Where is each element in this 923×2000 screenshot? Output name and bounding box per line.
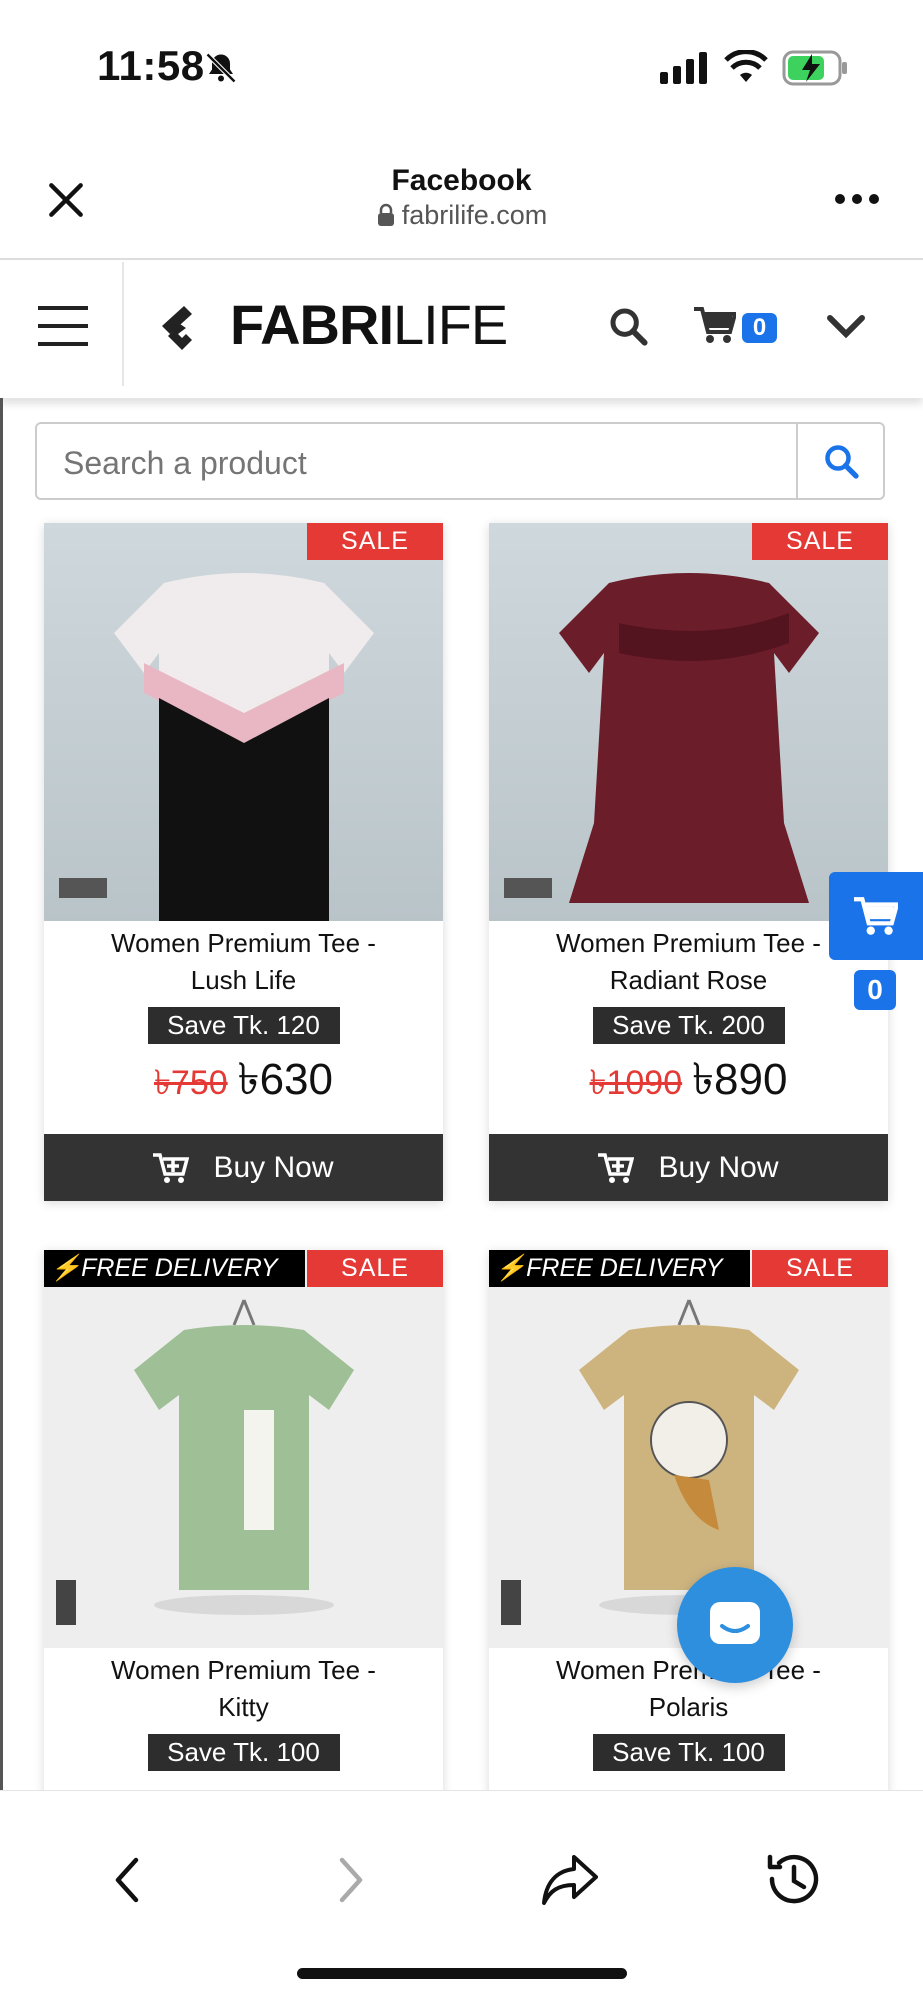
product-name-line2: Polaris (648, 1692, 729, 1722)
product-name-line1: Women Premium Tee - (111, 928, 376, 958)
product-listing: SALE Women Premium Tee - Lush Life Save T… (0, 398, 923, 1790)
search-button[interactable] (796, 424, 883, 498)
buy-now-button[interactable]: Buy Now (44, 1134, 443, 1201)
brand-bold: FABRI (230, 293, 394, 356)
product-image[interactable]: SALE (489, 523, 888, 921)
browser-url[interactable]: fabrilife.com (0, 200, 923, 231)
share-icon[interactable] (540, 1853, 600, 1907)
free-delivery-badge: ⚡FREE DELIVERY (44, 1250, 305, 1287)
sale-badge: SALE (307, 523, 443, 560)
floating-cart-button[interactable] (829, 872, 923, 960)
product-image[interactable]: ⚡FREE DELIVERY SALE (44, 1250, 443, 1648)
product-name-line1: Women Premium Tee - (556, 928, 821, 958)
product-name-line1: Women Premium Tee - (111, 1655, 376, 1685)
product-price: ৳750 ৳630 (44, 1046, 443, 1119)
cart-plus-icon (598, 1152, 635, 1183)
search-icon (824, 445, 859, 479)
scroll-edge (0, 398, 3, 1790)
floating-cart-count: 0 (854, 970, 896, 1010)
cart-plus-icon (153, 1152, 190, 1183)
tee-photo (504, 573, 819, 903)
browser-title: Facebook (391, 164, 532, 197)
product-search (35, 422, 885, 500)
old-price: ৳1090 (589, 1064, 683, 1102)
product-name: Women Premium Tee - Kitty (44, 1652, 443, 1726)
menu-icon[interactable] (38, 306, 88, 346)
product-card[interactable]: SALE Women Premium Tee - Radiant Rose Sav… (489, 523, 888, 1201)
header-divider (122, 262, 124, 386)
free-delivery-label: FREE DELIVERY (526, 1254, 723, 1282)
home-indicator (297, 1968, 627, 1979)
old-price: ৳750 (154, 1064, 228, 1102)
current-price: ৳890 (692, 1055, 788, 1104)
save-badge: Save Tk. 100 (592, 1734, 785, 1771)
buy-now-button[interactable]: Buy Now (489, 1134, 888, 1201)
sale-badge: SALE (752, 523, 888, 560)
product-name-line2: Kitty (218, 1692, 269, 1722)
current-price: ৳630 (237, 1055, 333, 1104)
product-price: ৳1090 ৳890 (489, 1046, 888, 1119)
product-card[interactable]: ⚡FREE DELIVERY SALE Women Premium Tee - K… (44, 1250, 443, 1790)
tee-photo (59, 573, 374, 921)
more-icon[interactable] (834, 192, 880, 206)
product-name: Women Premium Tee - Lush Life (44, 925, 443, 999)
product-name-line2: Lush Life (190, 965, 297, 995)
sale-badge: SALE (752, 1250, 888, 1287)
url-text: fabrilife.com (401, 200, 548, 230)
browser-header: Facebook fabrilife.com (0, 150, 923, 260)
buy-now-label: Buy Now (658, 1150, 779, 1184)
tee-photo (56, 1299, 354, 1625)
free-delivery-label: FREE DELIVERY (81, 1254, 278, 1282)
product-name: Women Premium Tee - Polaris (489, 1652, 888, 1726)
battery-icon (782, 50, 847, 86)
lock-icon (377, 203, 394, 226)
status-time: 11:58 (97, 42, 205, 89)
product-name-line2: Radiant Rose (609, 965, 768, 995)
free-delivery-badge: ⚡FREE DELIVERY (489, 1250, 750, 1287)
brand-logo[interactable]: FABRILIFE (230, 292, 508, 357)
search-input[interactable] (61, 444, 805, 483)
product-card[interactable]: SALE Women Premium Tee - Lush Life Save T… (44, 523, 443, 1201)
chat-icon (710, 1602, 760, 1644)
cart-icon (854, 897, 898, 935)
search-icon[interactable] (608, 306, 648, 346)
cart-icon[interactable] (694, 306, 736, 344)
fabrilife-logo-icon[interactable] (158, 304, 202, 352)
save-badge: Save Tk. 120 (147, 1007, 340, 1044)
save-badge: Save Tk. 100 (147, 1734, 340, 1771)
sale-badge: SALE (307, 1250, 443, 1287)
history-icon[interactable] (762, 1851, 822, 1909)
buy-now-label: Buy Now (213, 1150, 334, 1184)
product-card[interactable]: ⚡FREE DELIVERY SALE Women Premium Tee -P… (489, 1250, 888, 1790)
product-image[interactable]: SALE (44, 523, 443, 921)
cart-count-badge: 0 (742, 313, 777, 343)
wifi-icon (724, 50, 768, 82)
mute-bell-icon (205, 52, 237, 84)
brand-light: LIFE (393, 293, 508, 356)
chevron-down-icon[interactable] (826, 314, 866, 340)
forward-icon[interactable] (336, 1856, 366, 1904)
chat-button[interactable] (677, 1567, 793, 1683)
back-icon[interactable] (112, 1856, 142, 1904)
save-badge: Save Tk. 200 (592, 1007, 785, 1044)
signal-icon (660, 52, 707, 84)
site-header: FABRILIFE 0 (0, 262, 923, 398)
